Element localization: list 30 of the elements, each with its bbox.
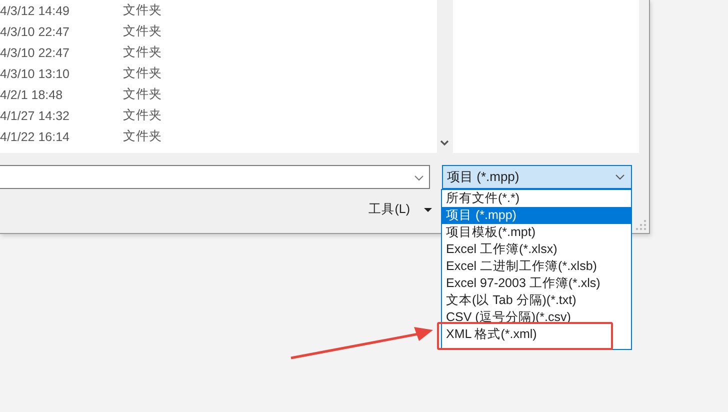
- scroll-down-icon[interactable]: [440, 140, 449, 146]
- file-type-option[interactable]: Excel 工作簿(*.xlsx): [442, 241, 631, 258]
- tools-button[interactable]: 工具(L): [368, 201, 410, 218]
- modified-date: 4/3/10 13:10: [0, 66, 71, 80]
- file-type-text: 文件夹: [123, 44, 162, 61]
- modified-date: 4/3/10 22:47: [0, 46, 71, 60]
- file-type-text: 文件夹: [123, 86, 162, 103]
- modified-date: 4/2/1 18:48: [0, 88, 64, 102]
- file-type-option[interactable]: 项目 (*.mpp): [442, 207, 631, 224]
- file-type-dropdown[interactable]: 项目 (*.mpp): [442, 165, 632, 189]
- file-type-option[interactable]: 文本(以 Tab 分隔)(*.txt): [442, 292, 631, 309]
- file-type-text: 文件夹: [123, 23, 162, 40]
- file-type-option[interactable]: Excel 二进制工作簿(*.xlsb): [442, 258, 631, 275]
- caret-down-icon[interactable]: [424, 208, 432, 212]
- file-type-option[interactable]: Excel 97-2003 工作簿(*.xls): [442, 275, 631, 292]
- chevron-down-icon[interactable]: [414, 175, 424, 181]
- modified-date: 4/3/10 22:47: [0, 24, 71, 38]
- chevron-down-icon[interactable]: [615, 174, 625, 180]
- file-type-option[interactable]: 所有文件(*.*): [442, 190, 631, 207]
- file-type-text: 文件夹: [123, 2, 162, 19]
- file-type-text: 文件夹: [123, 128, 162, 145]
- file-type-text: 文件夹: [123, 107, 162, 124]
- file-type-option[interactable]: 项目模板(*.mpt): [442, 224, 631, 241]
- modified-date: 4/3/12 14:49: [0, 4, 71, 18]
- file-type-text: 文件夹: [123, 65, 162, 82]
- file-name-field[interactable]: [0, 165, 430, 189]
- modified-date: 4/1/27 14:32: [0, 108, 71, 122]
- resize-grip-icon[interactable]: [636, 220, 646, 230]
- file-type-option[interactable]: XML 格式(*.xml): [442, 326, 631, 343]
- modified-date: 4/1/22 16:14: [0, 130, 71, 144]
